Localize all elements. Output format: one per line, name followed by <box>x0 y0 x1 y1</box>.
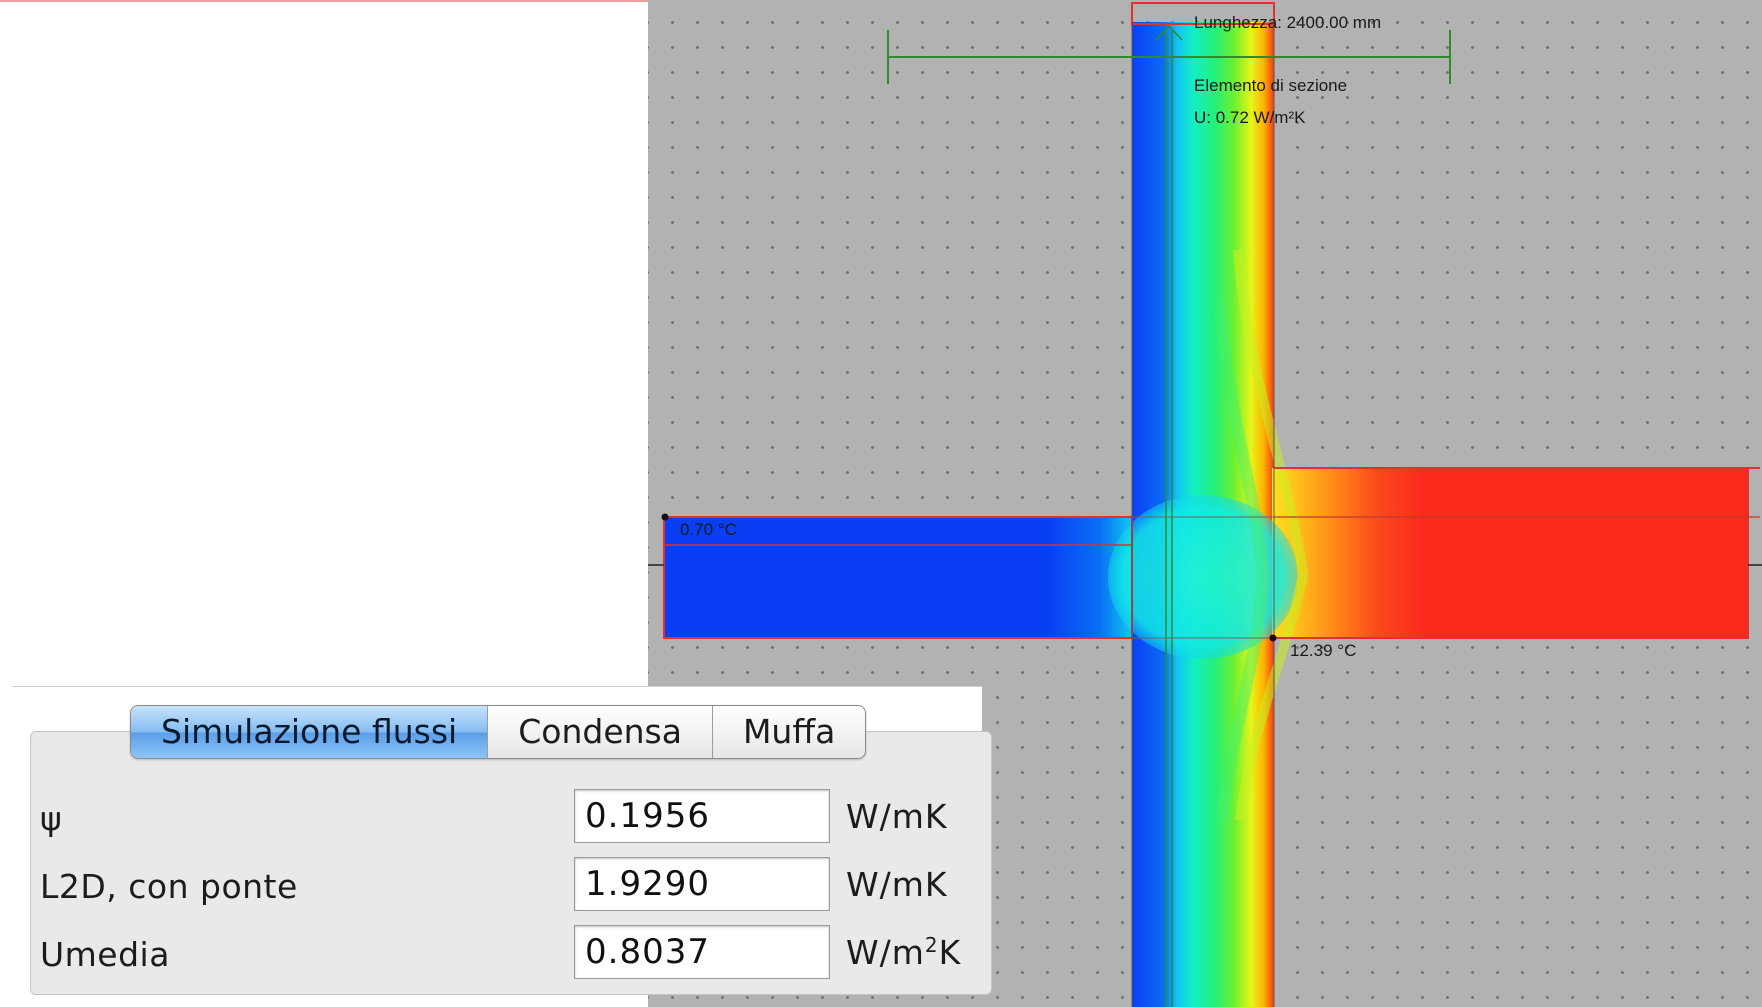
element-label: Elemento di sezione <box>1194 76 1347 95</box>
tab-condensa[interactable]: Condensa <box>488 706 713 758</box>
tab-simulazione-flussi[interactable]: Simulazione flussi <box>131 706 489 758</box>
junction-zone <box>1108 495 1298 659</box>
results-tab-bar: Simulazione flussi Condensa Muffa <box>130 705 867 759</box>
umedia-unit-base: W/m <box>846 933 925 972</box>
temp-min-label: 0.70 °C <box>680 520 737 539</box>
umedia-unit-exponent: 2 <box>924 933 939 957</box>
umedia-value-field[interactable]: 0.8037 <box>574 925 830 979</box>
temp-max-label: 12.39 °C <box>1290 641 1356 660</box>
psi-row: ψ 0.1956 W/mK <box>12 789 982 847</box>
l2d-unit: W/mK <box>846 865 948 904</box>
psi-value-field[interactable]: 0.1956 <box>574 789 830 843</box>
results-panel: Simulazione flussi Condensa Muffa ψ 0.19… <box>12 686 992 995</box>
l2d-label: L2D, con ponte <box>40 867 298 906</box>
temp-min-marker <box>661 513 669 521</box>
tab-muffa[interactable]: Muffa <box>713 706 865 758</box>
temp-max-marker <box>1269 634 1277 642</box>
umedia-unit: W/m2K <box>846 933 961 972</box>
u-value-label: U: 0.72 W/m²K <box>1194 108 1306 127</box>
l2d-row: L2D, con ponte 1.9290 W/mK <box>12 857 982 915</box>
length-label: Lunghezza: 2400.00 mm <box>1194 13 1381 32</box>
umedia-label: Umedia <box>40 935 170 974</box>
umedia-unit-tail: K <box>938 933 962 972</box>
l2d-value-field[interactable]: 1.9290 <box>574 857 830 911</box>
psi-label: ψ <box>40 799 63 838</box>
slab-right <box>1272 468 1748 638</box>
umedia-row: Umedia 0.8037 W/m2K <box>12 925 982 983</box>
psi-unit: W/mK <box>846 797 948 836</box>
